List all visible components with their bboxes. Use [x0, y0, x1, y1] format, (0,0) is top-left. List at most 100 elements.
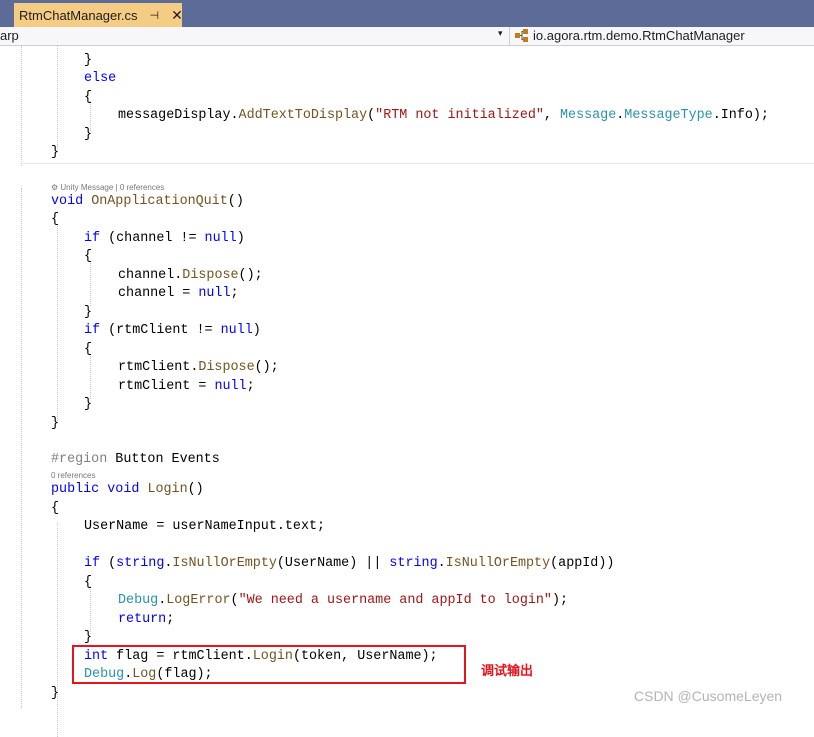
- codelens-info[interactable]: 0 references: [51, 471, 95, 480]
- code-line: rtmClient = null;: [118, 378, 255, 396]
- code-token: (channel !=: [100, 231, 205, 246]
- code-token: #region: [51, 452, 108, 467]
- code-line: {: [51, 500, 59, 518]
- code-token: (: [100, 556, 117, 571]
- nav-divider: [509, 27, 510, 45]
- code-line: Debug.LogError("We need a username and a…: [118, 592, 568, 610]
- code-token: IsNullOrEmpty: [172, 556, 277, 571]
- project-dropdown[interactable]: arp: [0, 28, 19, 43]
- code-token: }: [51, 686, 60, 701]
- code-token: }: [84, 397, 93, 412]
- code-token: string: [389, 556, 438, 571]
- code-token: public void: [51, 482, 148, 497]
- code-token: .: [437, 556, 446, 571]
- indent-guide: [57, 522, 58, 737]
- code-token: AddTextToDisplay: [238, 108, 368, 123]
- code-token: null: [220, 323, 253, 338]
- code-token: ): [252, 323, 261, 338]
- code-token: ();: [238, 268, 263, 283]
- code-line: }: [84, 126, 92, 144]
- chevron-down-icon[interactable]: ▾: [498, 28, 503, 39]
- code-line: channel.Dispose();: [118, 267, 263, 285]
- code-token: string: [116, 556, 165, 571]
- watermark: CSDN @CusomeLeyen: [634, 688, 783, 704]
- code-token: if: [84, 231, 101, 246]
- code-token: ;: [166, 612, 175, 627]
- code-token: Login: [147, 482, 188, 497]
- code-token: null: [214, 379, 247, 394]
- close-icon[interactable]: ✕: [171, 7, 183, 24]
- code-line: rtmClient.Dispose();: [118, 359, 279, 377]
- navigation-bar: arp ▾ io.agora.rtm.demo.RtmChatManager: [0, 27, 814, 46]
- indent-guide: [90, 261, 91, 306]
- code-token: else: [84, 71, 117, 86]
- code-line: }: [84, 396, 92, 414]
- code-token: (rtmClient !=: [100, 323, 221, 338]
- code-line: if (rtmClient != null): [84, 322, 261, 340]
- pin-icon[interactable]: ⊣: [150, 9, 160, 22]
- code-token: if: [84, 556, 101, 571]
- code-token: (: [230, 593, 239, 608]
- code-line: }: [51, 685, 59, 703]
- code-line: {: [84, 574, 92, 592]
- code-token: IsNullOrEmpty: [445, 556, 551, 571]
- code-token: ): [236, 231, 245, 246]
- code-token: }: [84, 127, 93, 142]
- highlight-box: [72, 645, 466, 684]
- code-token: messageDisplay.: [118, 108, 239, 123]
- indent-guide: [21, 46, 22, 166]
- code-token: null: [198, 286, 231, 301]
- code-token: .Info);: [712, 108, 769, 123]
- method-separator: [22, 163, 814, 164]
- code-token: }: [84, 630, 93, 645]
- code-token: return: [118, 612, 167, 627]
- code-token: ();: [254, 360, 279, 375]
- code-token: LogError: [166, 593, 231, 608]
- codelens-info[interactable]: ⚙ Unity Message | 0 references: [51, 183, 164, 192]
- code-token: (): [227, 194, 244, 209]
- code-line: channel = null;: [118, 285, 239, 303]
- indent-guide: [90, 354, 91, 399]
- code-line: messageDisplay.AddTextToDisplay("RTM not…: [118, 107, 769, 125]
- code-token: (UserName) ||: [276, 556, 390, 571]
- class-icon: [514, 27, 530, 46]
- code-line: #region Button Events: [51, 451, 220, 469]
- code-token: {: [51, 212, 60, 227]
- indent-guide: [57, 226, 58, 421]
- code-line: {: [84, 89, 92, 107]
- annotation-label: 调试输出: [481, 664, 534, 679]
- code-token: Message: [560, 108, 617, 123]
- code-line: public void Login(): [51, 481, 204, 499]
- code-line: void OnApplicationQuit(): [51, 193, 244, 211]
- code-token: void: [51, 194, 92, 209]
- code-token: "RTM not initialized": [375, 108, 544, 123]
- code-token: (appId)): [550, 556, 615, 571]
- code-token: channel =: [118, 286, 199, 301]
- code-token: ;: [230, 286, 239, 301]
- code-token: "We need a username and appId to login": [238, 593, 552, 608]
- indent-guide: [57, 46, 58, 149]
- class-dropdown[interactable]: io.agora.rtm.demo.RtmChatManager: [533, 28, 745, 43]
- code-token: }: [84, 53, 93, 68]
- code-line: }: [84, 304, 92, 322]
- code-token: null: [204, 231, 237, 246]
- code-token: {: [51, 501, 60, 516]
- code-token: Button Events: [107, 452, 220, 467]
- code-editor[interactable]: } else { messageDisplay.AddTextToDisplay…: [0, 46, 814, 737]
- indent-guide: [21, 188, 22, 708]
- document-tab-strip: RtmChatManager.cs ⊣ ✕: [0, 0, 814, 27]
- code-token: );: [551, 593, 569, 608]
- code-token: Debug: [118, 593, 159, 608]
- tab-label: RtmChatManager.cs: [19, 7, 138, 23]
- code-line: else: [84, 70, 116, 88]
- code-token: {: [84, 575, 93, 590]
- code-token: (): [187, 482, 204, 497]
- tab-rtmchatmanager[interactable]: RtmChatManager.cs ⊣ ✕: [14, 3, 183, 27]
- code-line: if (channel != null): [84, 230, 245, 248]
- code-token: {: [84, 90, 93, 105]
- code-token: }: [51, 145, 60, 160]
- code-token: ,: [543, 108, 560, 123]
- code-token: rtmClient =: [118, 379, 215, 394]
- code-line: }: [84, 52, 92, 70]
- code-token: MessageType: [624, 108, 713, 123]
